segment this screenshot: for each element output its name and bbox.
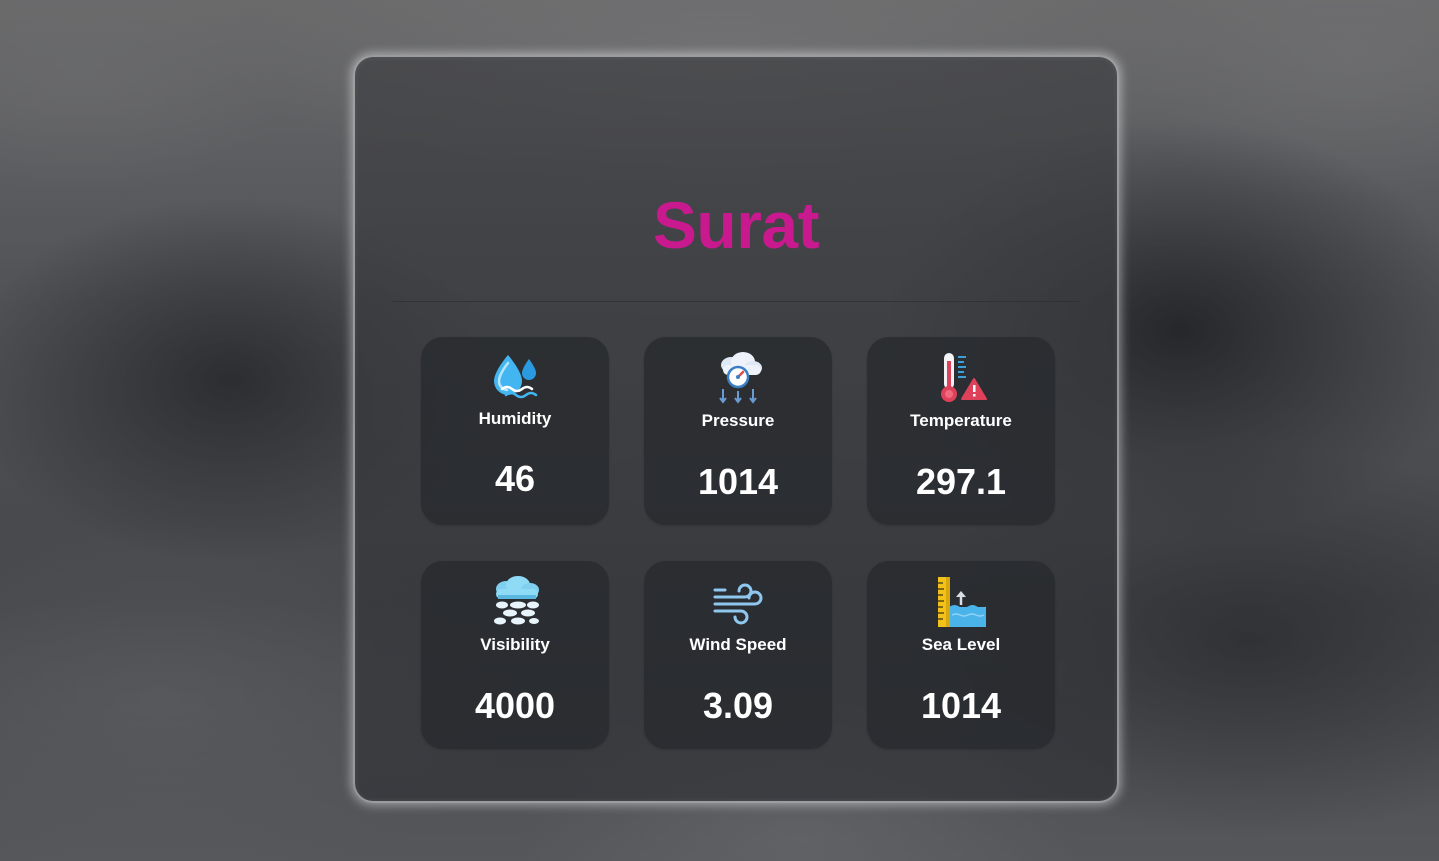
wind-speed-tile: Wind Speed 3.09 [644,561,832,749]
humidity-tile: Humidity 46 [421,337,609,525]
visibility-value: 4000 [474,685,556,726]
divider [393,301,1079,302]
temperature-label: Temperature [910,411,1012,430]
city-name: Surat [652,188,820,262]
metrics-grid: Humidity 46 Pressure 1014 Temperature 29… [421,337,1055,749]
wind-speed-value: 3.09 [702,685,774,726]
sea-level-tile: Sea Level 1014 [867,561,1055,749]
pressure-tile: Pressure 1014 [644,337,832,525]
visibility-tile: Visibility 4000 [421,561,609,749]
temperature-value: 297.1 [915,461,1007,502]
sea-level-label: Sea Level [921,635,1001,654]
temperature-tile: Temperature 297.1 [867,337,1055,525]
pressure-value: 1014 [697,461,779,502]
sea-level-value: 1014 [920,685,1002,726]
humidity-label: Humidity [478,409,552,428]
weather-card: Surat Humidity 46 Pressure 1014 Temperat… [353,55,1119,803]
pressure-icon [711,351,765,405]
visibility-icon [488,575,542,629]
pressure-label: Pressure [701,411,775,430]
humidity-value: 46 [494,458,536,499]
visibility-label: Visibility [480,635,550,654]
wind-speed-label: Wind Speed [689,635,787,654]
humidity-icon [488,351,542,405]
wind-speed-icon [711,575,765,629]
sea-level-icon [934,575,988,629]
temperature-icon [934,351,988,405]
